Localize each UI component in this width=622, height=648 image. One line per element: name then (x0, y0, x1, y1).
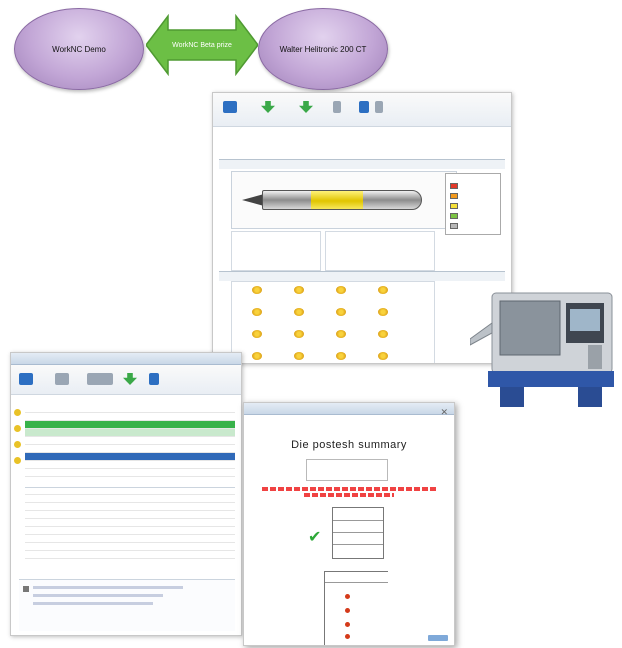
grid-cell-icon[interactable] (336, 330, 346, 338)
table-row[interactable] (25, 437, 235, 445)
tool-grid-panel (231, 281, 435, 363)
status-dot-icon (345, 608, 350, 613)
download-icon[interactable] (123, 373, 137, 385)
double-arrow-connector: WorkNC Beta prize (146, 14, 258, 76)
grinding-machine-image (469, 283, 618, 415)
tool-parameters-right (325, 231, 435, 271)
tool-status-strip (13, 403, 22, 483)
log-panel (19, 579, 235, 631)
status-dot-icon (345, 594, 350, 599)
result-table (332, 507, 384, 559)
open-icon[interactable] (223, 101, 237, 113)
tool-tip-shape (242, 194, 264, 206)
blue-square-icon[interactable] (149, 373, 159, 385)
source-node-ellipse: WorkNC Demo (14, 8, 144, 90)
grid-cell-icon[interactable] (294, 330, 304, 338)
source-node-label: WorkNC Demo (52, 44, 106, 54)
table-row[interactable] (25, 519, 235, 527)
color-legend (445, 173, 501, 235)
post-summary-dialog: ✕ Die postesh summary ✔ (243, 402, 455, 646)
tool-parameters-left (231, 231, 321, 271)
grid-cell-icon[interactable] (378, 308, 388, 316)
grid-cell-icon[interactable] (378, 352, 388, 360)
table-row[interactable] (25, 487, 235, 495)
log-line (33, 586, 183, 589)
grid-cell-icon[interactable] (252, 286, 262, 294)
status-dot-icon (14, 441, 21, 448)
close-icon[interactable]: ✕ (440, 407, 448, 418)
legend-entry-yellow (450, 202, 498, 209)
table-row[interactable] (25, 445, 235, 453)
table-row[interactable] (25, 429, 235, 437)
grid-section-header (219, 271, 505, 281)
table-row[interactable] (25, 511, 235, 519)
grid-cell-icon[interactable] (378, 330, 388, 338)
grid-cell-icon[interactable] (252, 330, 262, 338)
grid-cell-icon[interactable] (252, 308, 262, 316)
table-row[interactable] (25, 543, 235, 551)
grid-cell-icon[interactable] (294, 308, 304, 316)
log-icon (23, 586, 29, 592)
grid-cell-icon[interactable] (252, 352, 262, 360)
log-line (33, 594, 163, 597)
table-row[interactable] (25, 461, 235, 469)
tool-section-header (219, 159, 505, 169)
grid-cell-icon[interactable] (294, 352, 304, 360)
status-dot-icon (345, 622, 350, 627)
dialog-titlebar (244, 403, 454, 415)
warning-line (304, 493, 394, 497)
table-row[interactable] (25, 535, 235, 543)
save-icon[interactable] (55, 373, 69, 385)
target-node-ellipse: Walter Helitronic 200 CT (258, 8, 388, 90)
status-dot-icon (14, 425, 21, 432)
program-list-toolbar (11, 365, 241, 395)
program-list-titlebar (11, 353, 241, 365)
summary-info-box (306, 459, 388, 481)
legend-entry-orange (450, 192, 498, 199)
table-row[interactable] (25, 527, 235, 535)
table-row[interactable] (25, 413, 235, 421)
table-row-active[interactable] (25, 421, 235, 429)
table-row[interactable] (25, 469, 235, 477)
table-row[interactable] (25, 405, 235, 413)
open-icon[interactable] (19, 373, 33, 385)
table-row[interactable] (25, 495, 235, 503)
target-node-label: Walter Helitronic 200 CT (279, 44, 367, 54)
legend-entry-red (450, 182, 498, 189)
arrow-label: WorkNC Beta prize (172, 41, 232, 49)
grid-cell-icon[interactable] (336, 352, 346, 360)
grid-cell-icon[interactable] (378, 286, 388, 294)
warning-line (262, 487, 438, 491)
grid-cell-icon[interactable] (336, 308, 346, 316)
checkmark-icon: ✔ (308, 529, 322, 546)
status-dot-icon (14, 409, 21, 416)
grid-cell-icon[interactable] (336, 286, 346, 294)
program-list-window (10, 352, 242, 636)
tool-preview-panel (231, 171, 457, 229)
tool-shank-shape (262, 190, 422, 210)
status-dot-icon (14, 457, 21, 464)
machine-icon (469, 292, 614, 407)
log-line (33, 602, 153, 605)
ok-button[interactable] (428, 635, 448, 641)
view-toggle-button[interactable] (87, 373, 113, 385)
table-row[interactable] (25, 551, 235, 559)
gear-icon[interactable] (375, 101, 383, 113)
tool-icon[interactable] (333, 101, 341, 113)
table-row[interactable] (25, 503, 235, 511)
legend-entry-gray (450, 222, 498, 229)
tool-highlight-segment (311, 191, 363, 209)
download-icon[interactable] (261, 101, 275, 113)
status-dot-icon (345, 634, 350, 639)
dialog-title: Die postesh summary (291, 439, 407, 451)
tool-editor-toolbar (213, 93, 511, 127)
table-row-selected[interactable] (25, 453, 235, 461)
tool-editor-window (212, 92, 512, 364)
tool-list-table (324, 571, 388, 645)
legend-entry-green (450, 212, 498, 219)
grid-cell-icon[interactable] (294, 286, 304, 294)
blue-square-icon[interactable] (359, 101, 369, 113)
upload-icon[interactable] (299, 101, 313, 113)
